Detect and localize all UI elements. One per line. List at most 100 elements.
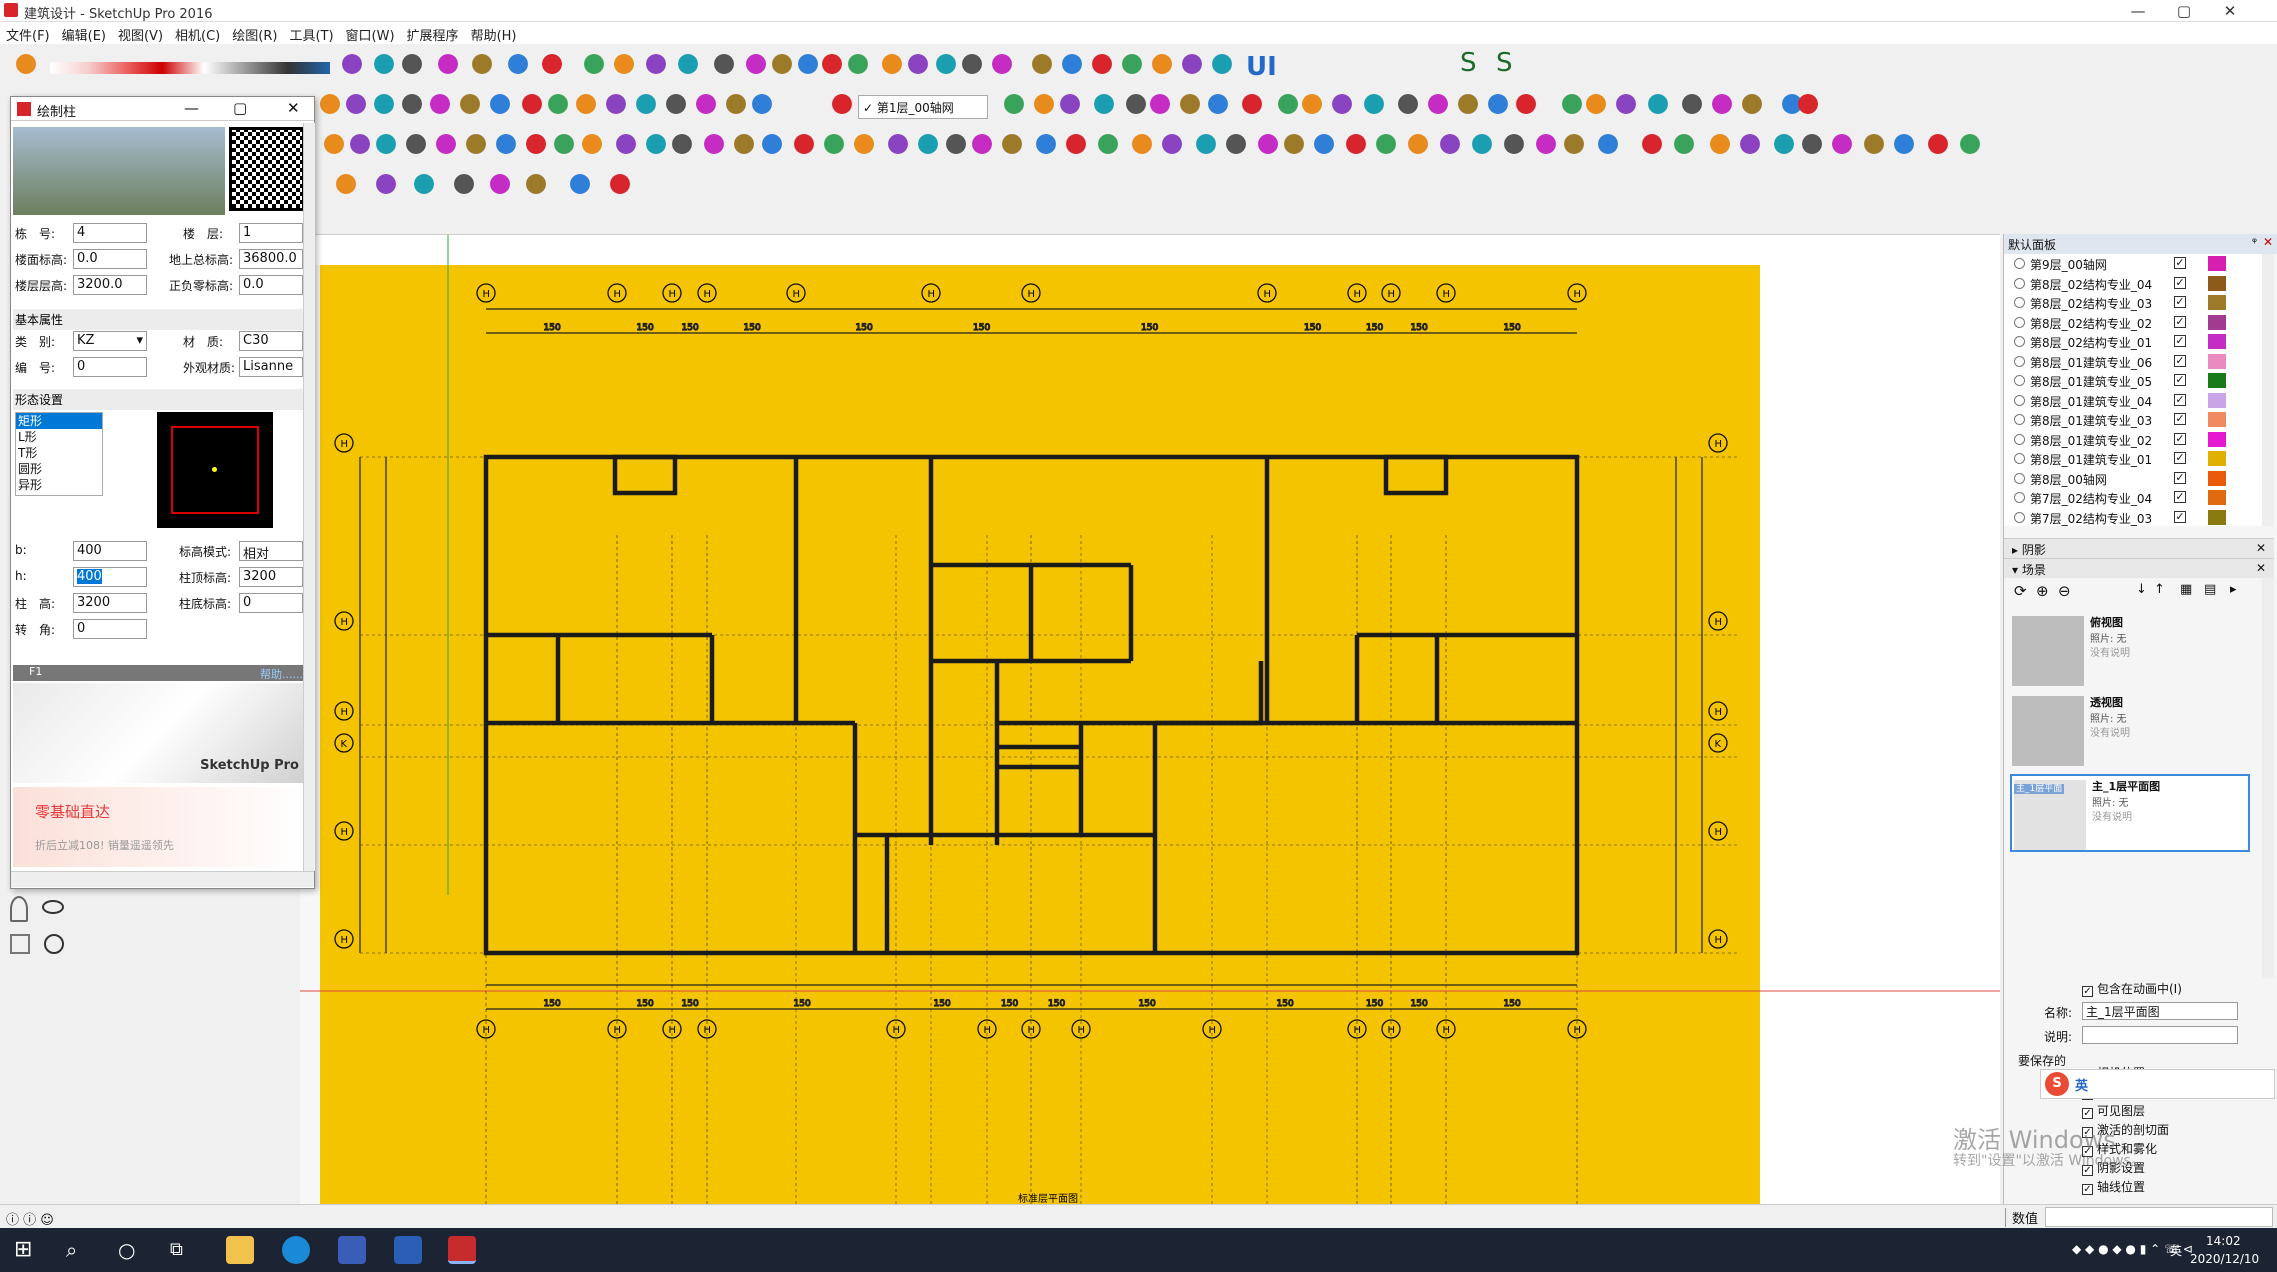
scene-item-perspective[interactable]: 透视图 照片: 无 没有说明 <box>2010 692 2250 770</box>
tb3-tool-icon[interactable] <box>404 132 434 162</box>
tb1-tool-icon[interactable] <box>470 52 500 82</box>
tb3-tool-icon[interactable] <box>1926 132 1956 162</box>
tb1-tool-icon[interactable] <box>540 52 570 82</box>
layer-row[interactable]: 第8层_02结构专业_01 ✓ <box>2008 332 2258 352</box>
layer-row[interactable]: 第8层_01建筑专业_05 ✓ <box>2008 371 2258 391</box>
tb1-tool-icon[interactable] <box>712 52 742 82</box>
tb3-tool-icon[interactable] <box>1502 132 1532 162</box>
tb2-tool-icon[interactable] <box>1178 92 1208 122</box>
layer-visible-checkbox[interactable]: ✓ <box>2174 374 2186 386</box>
tb2-tool-icon[interactable] <box>1614 92 1644 122</box>
tb3-tool-icon[interactable] <box>792 132 822 162</box>
tb3-tool-icon[interactable] <box>1282 132 1312 162</box>
layer-row[interactable]: 第8层_00轴网 ✓ <box>2008 469 2258 489</box>
tb2-tool-icon[interactable] <box>546 92 576 122</box>
task-view-icon[interactable]: ⧉ <box>170 1236 198 1264</box>
rotation-input[interactable]: 0 <box>73 619 147 639</box>
layer-visible-checkbox[interactable]: ✓ <box>2174 257 2186 269</box>
tb3-tool-icon[interactable] <box>1708 132 1738 162</box>
close-button[interactable]: ✕ <box>2207 0 2253 22</box>
tb2-tool-icon[interactable] <box>1092 92 1122 122</box>
move-scene-down-icon[interactable]: ↓ <box>2136 582 2147 597</box>
shadow-close-icon[interactable]: ✕ <box>2256 541 2266 555</box>
category-select[interactable]: KZ ▾ <box>73 331 147 351</box>
tb4-tool-icon[interactable] <box>608 172 638 202</box>
layer-color-swatch[interactable] <box>2208 275 2226 291</box>
layer-color-swatch[interactable] <box>2208 412 2226 427</box>
tb3-tool-icon[interactable] <box>1596 132 1626 162</box>
tb3-tool-icon[interactable] <box>1830 132 1860 162</box>
search-icon[interactable]: ⌕ <box>66 1236 94 1264</box>
layer-visible-checkbox[interactable]: ✓ <box>2174 296 2186 308</box>
menu-tools[interactable]: 工具(T) <box>283 22 339 44</box>
h-input[interactable]: 400 <box>73 567 147 587</box>
tb2-tool-icon[interactable] <box>1300 92 1330 122</box>
save-property-row[interactable]: ✓ 轴线位置 <box>2082 1178 2145 1195</box>
tb2-tool-icon[interactable] <box>1456 92 1486 122</box>
move-scene-up-icon[interactable]: ↑ <box>2154 582 2165 597</box>
layer-color-swatch[interactable] <box>2208 470 2226 486</box>
refresh-scene-icon[interactable]: ⟳ <box>2014 582 2027 600</box>
tb3-tool-icon[interactable] <box>1640 132 1670 162</box>
tb1-tool-icon[interactable] <box>340 52 370 82</box>
shape-item-circle[interactable]: 圆形 <box>16 461 102 477</box>
tb2-tool-icon[interactable] <box>372 92 402 122</box>
tb3-tool-icon[interactable] <box>1738 132 1768 162</box>
tb2-tool-icon[interactable] <box>1058 92 1088 122</box>
shape-item-t[interactable]: T形 <box>16 445 102 461</box>
shape-item-l[interactable]: L形 <box>16 429 102 445</box>
active-layer-radio[interactable] <box>2014 375 2025 386</box>
layer-list-scrollbar[interactable] <box>2262 254 2274 526</box>
layer-row[interactable]: 第8层_01建筑专业_02 ✓ <box>2008 430 2258 450</box>
tb3-tool-icon[interactable] <box>1470 132 1500 162</box>
save-property-row[interactable]: ✓ 可见图层 <box>2082 1102 2145 1119</box>
layer-row[interactable]: 第9层_00轴网 ✓ <box>2008 254 2258 274</box>
top-elev-input[interactable]: 3200 <box>239 567 303 587</box>
layer-color-swatch[interactable] <box>2208 353 2226 369</box>
zero-elev-input[interactable]: 0.0 <box>239 275 303 295</box>
tb3-tool-icon[interactable] <box>1130 132 1160 162</box>
windows-start-icon[interactable]: ⊞ <box>14 1236 42 1264</box>
tb1-tool-icon[interactable] <box>400 52 430 82</box>
scene-item-top-view[interactable]: 俯视图 照片: 无 没有说明 <box>2010 612 2250 690</box>
scenes-section[interactable]: ▾ 场景 ✕ <box>2004 558 2274 578</box>
active-layer-radio[interactable] <box>2014 258 2025 269</box>
active-layer-radio[interactable] <box>2014 394 2025 406</box>
details-icon[interactable]: ▤ <box>2204 582 2216 597</box>
menu-draw[interactable]: 绘图(R) <box>226 22 283 44</box>
layer-color-swatch[interactable] <box>2208 295 2226 310</box>
tb1-tool-icon[interactable] <box>612 52 642 82</box>
floor-input[interactable]: 1 <box>239 223 303 243</box>
sogou-icon[interactable]: S <box>2045 1072 2069 1096</box>
layer-color-swatch[interactable] <box>2208 509 2226 525</box>
layer-visible-checkbox[interactable]: ✓ <box>2174 276 2186 289</box>
building-no-input[interactable]: 4 <box>73 223 147 243</box>
tb2-tool-icon[interactable] <box>488 92 518 122</box>
tb3-tool-icon[interactable] <box>552 132 582 162</box>
include-in-animation[interactable]: ✓ 包含在动画中(I) <box>2082 980 2182 997</box>
tb1-tool-icon[interactable] <box>506 52 536 82</box>
tb3-tool-icon[interactable] <box>1562 132 1592 162</box>
tb2-tool-icon[interactable] <box>830 92 860 122</box>
tb2-tool-icon[interactable] <box>400 92 430 122</box>
layer-color-swatch[interactable] <box>2208 373 2226 388</box>
app-icon-3[interactable] <box>338 1236 366 1264</box>
tb3-tool-icon[interactable] <box>1000 132 1030 162</box>
tb3-tool-icon[interactable] <box>1312 132 1342 162</box>
tb3-tool-icon[interactable] <box>1534 132 1564 162</box>
scene-item-floor1-plan[interactable]: 主_1层平面 主_1层平面图 照片: 无 没有说明 <box>2010 774 2250 852</box>
tb2-tool-icon[interactable] <box>1330 92 1360 122</box>
tb3-tool-icon[interactable] <box>1064 132 1094 162</box>
layer-color-swatch[interactable] <box>2208 334 2226 349</box>
tb3-tool-icon[interactable] <box>1344 132 1374 162</box>
menu-window[interactable]: 窗口(W) <box>340 22 401 44</box>
menu-extensions[interactable]: 扩展程序 <box>401 22 465 44</box>
section-up-tool[interactable]: S <box>1460 48 1477 78</box>
tb1-tool-icon[interactable] <box>1030 52 1060 82</box>
word-icon[interactable] <box>394 1236 422 1264</box>
tb2-tool-icon[interactable] <box>1740 92 1770 122</box>
active-layer-radio[interactable] <box>2014 355 2025 367</box>
panel-v-scrollbar[interactable] <box>303 123 315 871</box>
tb3-tool-icon[interactable] <box>1862 132 1892 162</box>
tb3-tool-icon[interactable] <box>374 132 404 162</box>
